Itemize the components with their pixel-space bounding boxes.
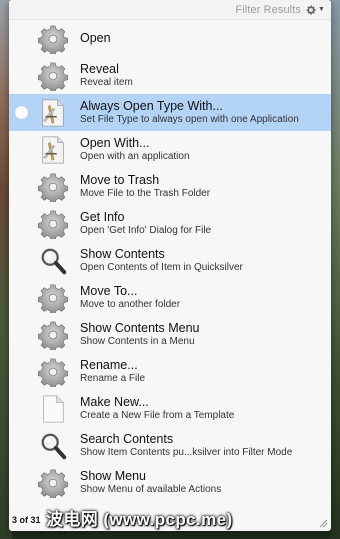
action-text: Show Contents Menu Show Contents in a Men… <box>80 321 200 348</box>
gear-icon <box>37 319 69 351</box>
action-text: Search Contents Show Item Contents pu...k… <box>80 432 292 459</box>
gear-icon <box>37 208 69 240</box>
action-subtitle: Open 'Get Info' Dialog for File <box>80 225 212 236</box>
desktop-background-right <box>330 0 340 539</box>
action-title: Search Contents <box>80 432 174 446</box>
action-title: Rename... <box>80 358 138 372</box>
action-row[interactable]: Show Contents Open Contents of Item in Qu… <box>9 242 331 279</box>
action-text: Make New... Create a New File from a Temp… <box>80 395 234 422</box>
gear-icon <box>37 467 69 499</box>
action-title: Make New... <box>80 395 149 409</box>
action-title: Show Contents Menu <box>80 321 200 335</box>
gear-icon <box>37 60 69 92</box>
gear-icon <box>37 356 69 388</box>
gear-icon <box>37 171 69 203</box>
action-title: Move to Trash <box>80 173 160 187</box>
filter-results-label[interactable]: Filter Results <box>235 4 301 16</box>
action-title: Show Menu <box>80 469 147 483</box>
action-subtitle: Show Item Contents pu...ksilver into Fil… <box>80 447 293 458</box>
resize-grip-icon[interactable] <box>318 518 328 528</box>
gear-icon <box>306 5 316 15</box>
action-subtitle: Rename a File <box>80 373 146 384</box>
action-subtitle: Set File Type to always open with one Ap… <box>80 114 299 125</box>
action-text: Open With... Open with an application <box>80 136 190 163</box>
application-doc-icon <box>37 134 69 166</box>
action-results-panel: Filter Results ▼ Open Reveal Reveal item Al… <box>9 0 331 531</box>
action-title: Reveal <box>80 62 119 76</box>
action-list: Open Reveal Reveal item Always Open Type Wi… <box>9 20 331 501</box>
action-text: Rename... Rename a File <box>80 358 145 385</box>
action-text: Always Open Type With... Set File Type to… <box>80 99 299 126</box>
result-count: 3 of 31 <box>9 513 44 527</box>
action-row[interactable]: Reveal Reveal item <box>9 57 331 94</box>
watermark-text: 波电网 (www.pcpc.me) <box>46 510 233 529</box>
action-subtitle: Show Contents in a Menu <box>80 336 195 347</box>
action-text: Reveal Reveal item <box>80 62 133 89</box>
results-header: Filter Results ▼ <box>9 0 331 20</box>
action-subtitle: Open with an application <box>80 151 190 162</box>
action-row[interactable]: Move To... Move to another folder <box>9 279 331 316</box>
action-row[interactable]: Get Info Open 'Get Info' Dialog for File <box>9 205 331 242</box>
magnifier-icon <box>37 430 69 462</box>
action-subtitle: Show Menu of available Actions <box>80 484 222 495</box>
action-text: Open <box>80 31 111 46</box>
action-title: Open <box>80 31 111 45</box>
action-row[interactable]: Open With... Open with an application <box>9 131 331 168</box>
action-title: Open With... <box>80 136 150 150</box>
gear-icon <box>37 282 69 314</box>
action-title: Move To... <box>80 284 138 298</box>
action-title: Show Contents <box>80 247 165 261</box>
application-doc-icon <box>37 97 69 129</box>
action-row[interactable]: Open <box>9 20 331 57</box>
action-subtitle: Move File to the Trash Folder <box>80 188 211 199</box>
action-subtitle: Move to another folder <box>80 299 181 310</box>
action-text: Move To... Move to another folder <box>80 284 180 311</box>
selection-indicator <box>15 106 28 119</box>
action-title: Always Open Type With... <box>80 99 223 113</box>
action-row[interactable]: Move to Trash Move File to the Trash Fold… <box>9 168 331 205</box>
action-text: Move to Trash Move File to the Trash Fold… <box>80 173 210 200</box>
action-row[interactable]: Rename... Rename a File <box>9 353 331 390</box>
action-text: Get Info Open 'Get Info' Dialog for File <box>80 210 211 237</box>
action-subtitle: Create a New File from a Template <box>80 410 235 421</box>
action-row[interactable]: Make New... Create a New File from a Temp… <box>9 390 331 427</box>
magnifier-icon <box>37 245 69 277</box>
action-row[interactable]: Show Contents Menu Show Contents in a Men… <box>9 316 331 353</box>
action-text: Show Menu Show Menu of available Actions <box>80 469 221 496</box>
blank-document-icon <box>37 393 69 425</box>
action-row[interactable]: Search Contents Show Item Contents pu...k… <box>9 427 331 464</box>
action-text: Show Contents Open Contents of Item in Qu… <box>80 247 243 274</box>
action-row[interactable]: Always Open Type With... Set File Type to… <box>9 94 331 131</box>
action-subtitle: Open Contents of Item in Quicksilver <box>80 262 243 273</box>
chevron-down-icon: ▼ <box>318 5 325 13</box>
gear-icon <box>37 23 69 55</box>
gear-menu-button[interactable]: ▼ <box>305 3 325 17</box>
action-row[interactable]: Show Menu Show Menu of available Actions <box>9 464 331 501</box>
action-title: Get Info <box>80 210 125 224</box>
action-subtitle: Reveal item <box>80 77 133 88</box>
